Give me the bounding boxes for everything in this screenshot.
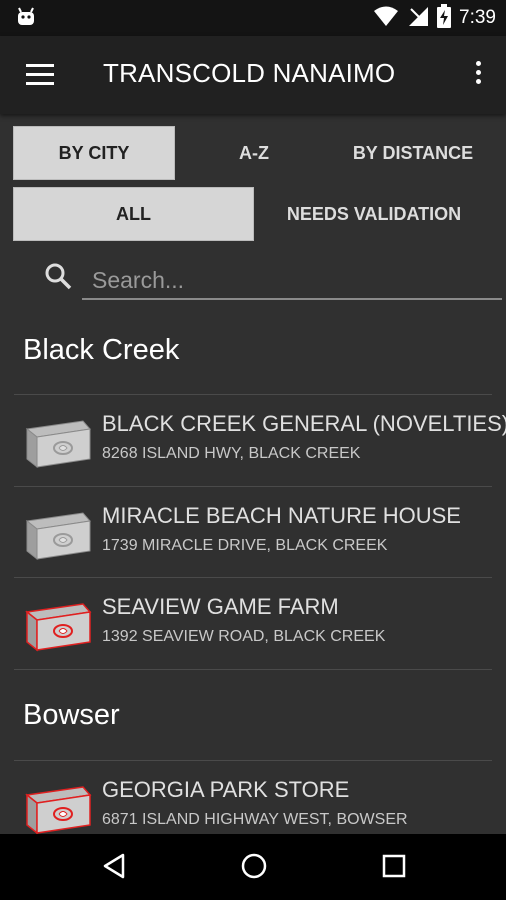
store-name: GEORGIA PARK STORE <box>102 777 350 802</box>
store-address: 1392 SEAVIEW ROAD, BLACK CREEK <box>102 628 386 645</box>
section-header-bowser: Bowser <box>23 699 120 731</box>
search-input[interactable] <box>82 262 502 300</box>
section-header-black-creek: Black Creek <box>23 334 180 366</box>
store-name: MIRACLE BEACH NATURE HOUSE <box>102 503 461 528</box>
page-title: TRANSCOLD NANAIMO <box>103 58 396 88</box>
store-address: 6871 ISLAND HIGHWAY WEST, BOWSER <box>102 811 408 828</box>
overflow-menu-icon[interactable] <box>474 61 482 88</box>
app-bar: TRANSCOLD NANAIMO <box>0 36 506 114</box>
tab-by-distance[interactable]: BY DISTANCE <box>333 126 493 180</box>
battery-charging-icon <box>437 3 452 33</box>
red-freezer-icon <box>23 785 93 834</box>
divider <box>14 669 492 670</box>
filter-all[interactable]: ALL <box>13 187 254 241</box>
search-bar <box>44 262 502 300</box>
recents-icon[interactable] <box>381 852 407 885</box>
list-item[interactable]: MIRACLE BEACH NATURE HOUSE 1739 MIRACLE … <box>0 487 506 578</box>
list-item[interactable]: SEAVIEW GAME FARM 1392 SEAVIEW ROAD, BLA… <box>0 578 506 669</box>
back-icon[interactable] <box>101 852 127 885</box>
store-name: BLACK CREEK GENERAL (NOVELTIES) <box>102 411 506 436</box>
tab-by-city[interactable]: BY CITY <box>13 126 175 180</box>
navigation-bar <box>0 834 506 900</box>
search-icon <box>44 262 72 295</box>
android-notification-icon <box>16 7 36 32</box>
filter-needs-validation[interactable]: NEEDS VALIDATION <box>255 187 493 241</box>
store-address: 8268 ISLAND HWY, BLACK CREEK <box>102 445 361 462</box>
signal-icon <box>407 5 429 32</box>
hamburger-menu-icon[interactable] <box>26 64 54 86</box>
status-bar: 7:39 <box>0 0 506 36</box>
grey-freezer-icon <box>23 419 93 474</box>
list-item[interactable]: BLACK CREEK GENERAL (NOVELTIES) 8268 ISL… <box>0 395 506 486</box>
store-list-screen: BY CITY A-Z BY DISTANCE ALL NEEDS VALIDA… <box>0 114 506 834</box>
home-icon[interactable] <box>240 852 268 885</box>
red-freezer-icon <box>23 602 93 657</box>
status-time: 7:39 <box>459 7 496 28</box>
list-item[interactable]: GEORGIA PARK STORE 6871 ISLAND HIGHWAY W… <box>0 761 506 834</box>
store-address: 1739 MIRACLE DRIVE, BLACK CREEK <box>102 537 388 554</box>
grey-freezer-icon <box>23 511 93 566</box>
tab-a-z[interactable]: A-Z <box>176 126 332 180</box>
wifi-icon <box>373 5 399 32</box>
store-name: SEAVIEW GAME FARM <box>102 594 339 619</box>
